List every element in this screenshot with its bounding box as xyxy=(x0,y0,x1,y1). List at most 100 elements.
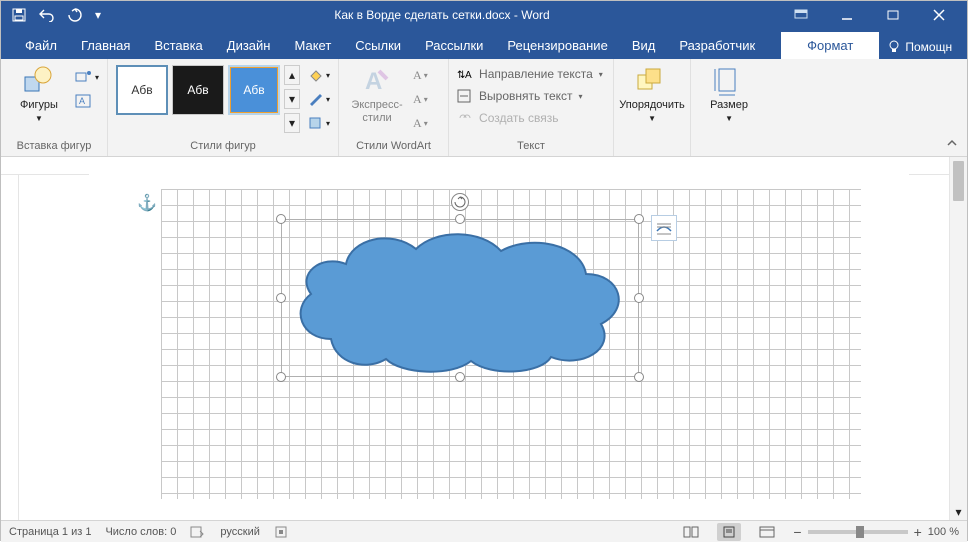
shape-selection[interactable] xyxy=(281,219,639,377)
read-mode-button[interactable] xyxy=(679,523,703,541)
zoom-slider[interactable] xyxy=(808,530,908,534)
group-wordart-styles: A Экспресс- стили A▾ A▾ A▾ Стили WordArt xyxy=(339,59,449,156)
text-outline-button[interactable]: A▾ xyxy=(413,89,428,109)
shape-outline-button[interactable]: ▾ xyxy=(308,89,330,109)
tab-references[interactable]: Ссылки xyxy=(343,32,413,59)
group-label: Вставка фигур xyxy=(9,138,99,156)
print-layout-button[interactable] xyxy=(717,523,741,541)
spellcheck-status[interactable] xyxy=(190,525,206,539)
group-size: Размер ▼ xyxy=(691,59,767,156)
resize-handle-e[interactable] xyxy=(634,293,644,303)
wordart-icon: A xyxy=(361,65,393,97)
word-count-status[interactable]: Число слов: 0 xyxy=(105,526,176,538)
gallery-scroll-up[interactable]: ▴ xyxy=(284,65,300,85)
shapes-gallery-button[interactable]: Фигуры ▼ xyxy=(9,63,69,123)
resize-handle-ne[interactable] xyxy=(634,214,644,224)
text-effects-button[interactable]: A▾ xyxy=(413,113,428,133)
arrange-icon xyxy=(636,65,668,97)
document-area: ⚓ ▴ ▾ xyxy=(1,157,967,520)
ribbon-tabs: Файл Главная Вставка Дизайн Макет Ссылки… xyxy=(1,29,967,59)
group-label: Стили WordArt xyxy=(347,138,440,156)
resize-handle-se[interactable] xyxy=(634,372,644,382)
zoom-out-button[interactable]: − xyxy=(793,524,801,540)
collapse-ribbon-button[interactable] xyxy=(943,134,961,152)
close-button[interactable] xyxy=(917,1,961,29)
maximize-button[interactable] xyxy=(871,1,915,29)
dropdown-caret-icon: ▼ xyxy=(35,114,43,123)
gallery-more-button[interactable]: ▾ xyxy=(284,113,300,133)
rotate-handle[interactable] xyxy=(451,193,469,211)
macro-icon xyxy=(274,525,288,539)
vertical-ruler[interactable] xyxy=(1,175,19,520)
draw-textbox-button[interactable]: A xyxy=(75,91,99,111)
shape-style-3[interactable]: Абв xyxy=(228,65,280,115)
zoom-slider-knob[interactable] xyxy=(856,526,864,538)
arrange-button[interactable]: Упорядочить ▼ xyxy=(622,63,682,123)
zoom-level[interactable]: 100 % xyxy=(928,526,959,538)
svg-text:A: A xyxy=(465,70,472,81)
status-bar: Страница 1 из 1 Число слов: 0 русский − … xyxy=(1,520,967,542)
web-layout-button[interactable] xyxy=(755,523,779,541)
window-controls xyxy=(779,1,961,29)
quick-access-toolbar: ▾ xyxy=(7,4,105,26)
save-button[interactable] xyxy=(7,4,31,26)
shapes-icon xyxy=(23,65,55,97)
resize-handle-sw[interactable] xyxy=(276,372,286,382)
tab-view[interactable]: Вид xyxy=(620,32,668,59)
vertical-scrollbar[interactable]: ▴ ▾ xyxy=(949,157,967,520)
tab-mailings[interactable]: Рассылки xyxy=(413,32,495,59)
shape-fill-button[interactable]: ▾ xyxy=(308,65,330,85)
create-link-button[interactable]: Создать связь xyxy=(457,107,558,129)
anchor-icon: ⚓ xyxy=(137,193,157,213)
qat-customize-button[interactable]: ▾ xyxy=(91,4,105,26)
shape-style-1[interactable]: Абв xyxy=(116,65,168,115)
lightbulb-icon xyxy=(887,40,901,54)
tell-me-button[interactable]: Помощн xyxy=(879,36,960,58)
tab-developer[interactable]: Разработчик xyxy=(667,32,767,59)
group-insert-shapes: Фигуры ▼ ▾ A Вставка фигур xyxy=(1,59,108,156)
tab-layout[interactable]: Макет xyxy=(282,32,343,59)
effects-icon xyxy=(308,116,324,130)
language-status[interactable]: русский xyxy=(220,526,259,538)
pen-icon xyxy=(308,92,324,106)
align-text-button[interactable]: Выровнять текст▾ xyxy=(457,85,583,107)
layout-options-button[interactable] xyxy=(651,215,677,241)
resize-handle-s[interactable] xyxy=(455,372,465,382)
link-icon xyxy=(457,111,473,125)
resize-handle-nw[interactable] xyxy=(276,214,286,224)
shape-style-2[interactable]: Абв xyxy=(172,65,224,115)
scroll-down-button[interactable]: ▾ xyxy=(950,504,967,520)
tab-file[interactable]: Файл xyxy=(13,32,69,59)
shape-effects-button[interactable]: ▾ xyxy=(308,113,330,133)
edit-shape-button[interactable]: ▾ xyxy=(75,67,99,87)
minimize-button[interactable] xyxy=(825,1,869,29)
selection-bounding-box xyxy=(281,219,639,377)
group-label: Стили фигур xyxy=(116,138,330,156)
tab-design[interactable]: Дизайн xyxy=(215,32,283,59)
document-canvas[interactable]: ⚓ xyxy=(1,157,949,520)
zoom-in-button[interactable]: + xyxy=(914,524,922,540)
ribbon-options-button[interactable] xyxy=(779,1,823,29)
resize-handle-w[interactable] xyxy=(276,293,286,303)
wordart-quick-styles-button[interactable]: A Экспресс- стили xyxy=(347,63,407,125)
resize-handle-n[interactable] xyxy=(455,214,465,224)
tab-format[interactable]: Формат xyxy=(781,32,879,59)
tab-review[interactable]: Рецензирование xyxy=(495,32,619,59)
group-shape-styles: Абв Абв Абв ▴ ▾ ▾ ▾ ▾ ▾ Стили фигур xyxy=(108,59,339,156)
tab-insert[interactable]: Вставка xyxy=(142,32,214,59)
undo-button[interactable] xyxy=(35,4,59,26)
layout-options-icon xyxy=(655,219,673,237)
paint-bucket-icon xyxy=(308,68,324,82)
group-arrange: Упорядочить ▼ xyxy=(614,59,691,156)
align-text-icon xyxy=(457,89,473,103)
text-direction-button[interactable]: ⇅A Направление текста▾ xyxy=(457,63,603,85)
tab-home[interactable]: Главная xyxy=(69,32,142,59)
text-fill-button[interactable]: A▾ xyxy=(413,65,428,85)
gallery-scroll-down[interactable]: ▾ xyxy=(284,89,300,109)
size-button[interactable]: Размер ▼ xyxy=(699,63,759,123)
macro-status[interactable] xyxy=(274,525,288,539)
page-number-status[interactable]: Страница 1 из 1 xyxy=(9,526,91,538)
scroll-thumb[interactable] xyxy=(953,161,964,201)
redo-button[interactable] xyxy=(63,4,87,26)
ribbon: Фигуры ▼ ▾ A Вставка фигур Абв Абв Абв ▴… xyxy=(1,59,967,157)
